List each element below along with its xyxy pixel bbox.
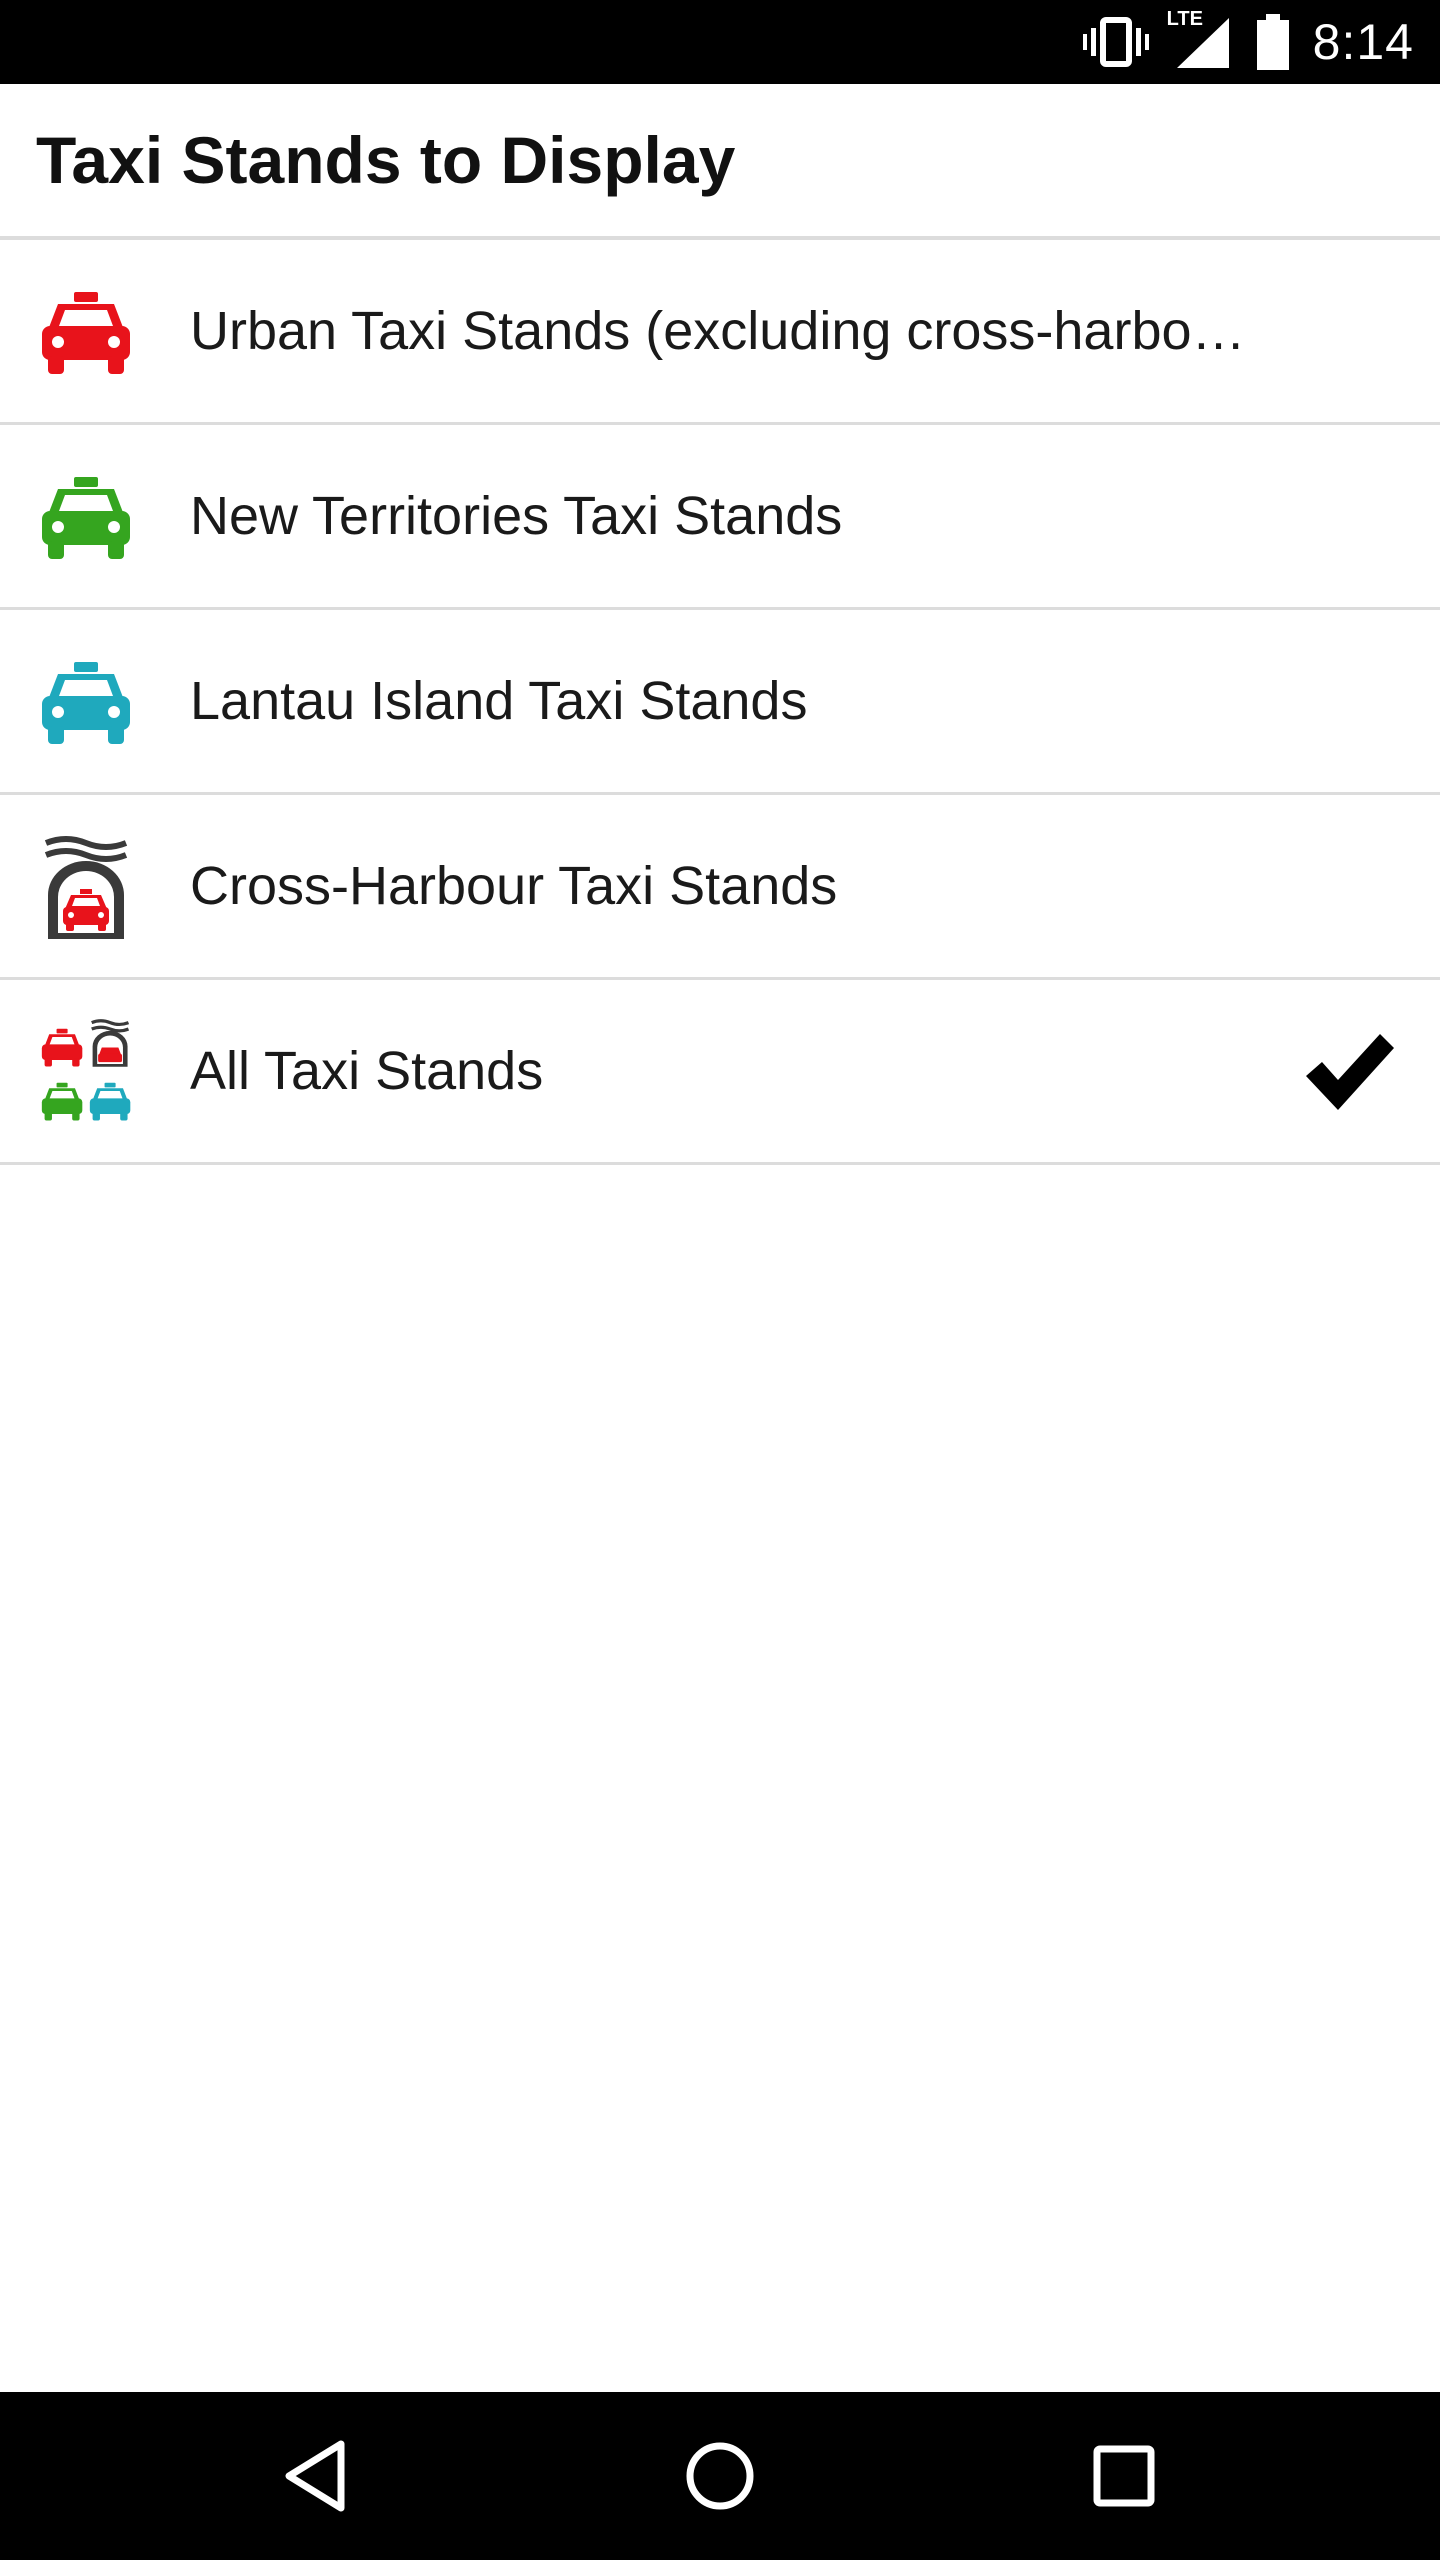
all-taxis-icon — [38, 1018, 134, 1128]
dialog-header: Taxi Stands to Display — [0, 84, 1440, 240]
back-button[interactable] — [266, 2426, 366, 2526]
list-item-label: Cross-Harbour Taxi Stands — [190, 856, 838, 916]
checkmark-icon — [1300, 1030, 1396, 1116]
list-item-cross-harbour-taxi-stands[interactable]: Cross-Harbour Taxi Stands — [0, 795, 1440, 980]
network-type-label: LTE — [1166, 8, 1203, 30]
list-item-all-taxi-stands[interactable]: All Taxi Stands — [0, 980, 1440, 1165]
navigation-bar — [0, 2392, 1440, 2560]
list-item-label: Lantau Island Taxi Stands — [190, 671, 808, 731]
vibrate-icon — [1081, 12, 1151, 72]
list-item-label: New Territories Taxi Stands — [190, 486, 843, 546]
status-bar: LTE 8:14 — [0, 0, 1440, 84]
list-item-lantau-island-taxi-stands[interactable]: Lantau Island Taxi Stands — [0, 610, 1440, 795]
list-item-urban-taxi-stands[interactable]: Urban Taxi Stands (excluding cross-harbo… — [0, 240, 1440, 425]
list-item-label: Urban Taxi Stands (excluding cross-harbo… — [190, 301, 1246, 361]
battery-icon — [1255, 12, 1291, 72]
recents-icon — [1093, 2445, 1155, 2507]
status-icons: LTE 8:14 — [1081, 0, 1414, 84]
cross-harbour-tunnel-icon — [38, 833, 134, 943]
status-time: 8:14 — [1312, 14, 1414, 70]
screen: LTE 8:14 Taxi Stands to Display Urban Ta… — [0, 0, 1440, 2560]
red-taxi-icon — [38, 286, 134, 382]
back-icon — [285, 2440, 345, 2512]
list-item-label: All Taxi Stands — [190, 1041, 544, 1101]
home-button[interactable] — [670, 2426, 770, 2526]
blue-taxi-icon — [38, 656, 134, 752]
taxi-stand-options-list: Urban Taxi Stands (excluding cross-harbo… — [0, 240, 1440, 1165]
recents-button[interactable] — [1074, 2426, 1174, 2526]
home-icon — [686, 2442, 754, 2510]
list-item-new-territories-taxi-stands[interactable]: New Territories Taxi Stands — [0, 425, 1440, 610]
page-title: Taxi Stands to Display — [36, 123, 736, 197]
green-taxi-icon — [38, 471, 134, 567]
signal-icon: LTE — [1167, 8, 1233, 72]
